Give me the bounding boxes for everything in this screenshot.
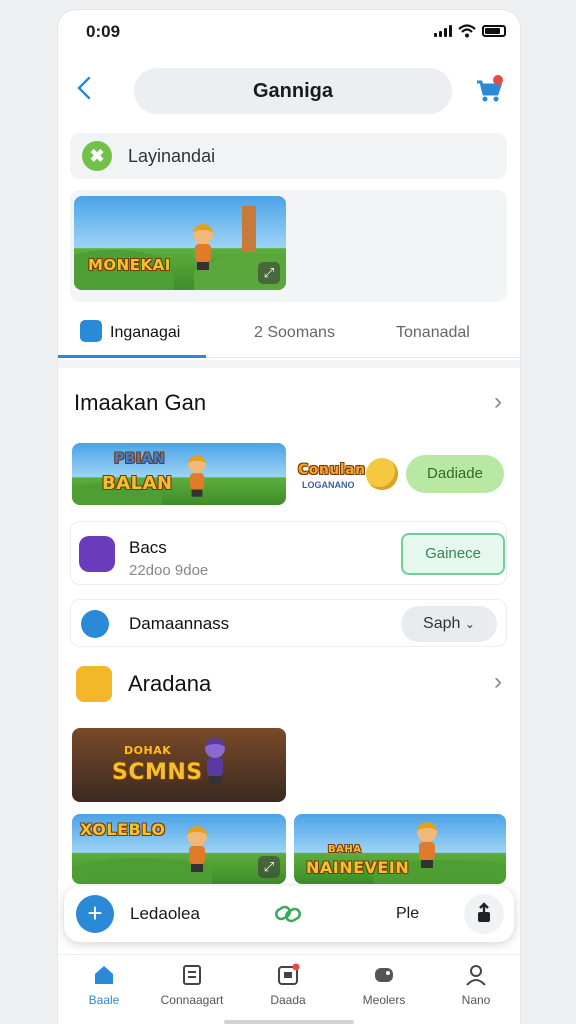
nav-data[interactable]: Daada bbox=[242, 963, 334, 1007]
featured-game-image[interactable]: MONEKAI ⤢ bbox=[74, 196, 286, 290]
app-header: Ganniga bbox=[58, 66, 520, 116]
list-item[interactable]: Bacs 22doo 9doe Gainece bbox=[70, 521, 507, 585]
promo-logo-text: Conulan bbox=[298, 462, 366, 478]
item-subtitle: 22doo 9doe bbox=[129, 562, 209, 579]
nav-label: Nano bbox=[461, 993, 491, 1007]
status-time: 0:09 bbox=[86, 22, 121, 41]
item-action-button[interactable]: Gainece bbox=[401, 533, 505, 575]
featured-banner-card[interactable]: MONEKAI ⤢ bbox=[70, 190, 507, 302]
profile-icon bbox=[466, 965, 486, 986]
nav-label: Baale bbox=[88, 993, 120, 1007]
promo-title-line2: BALAN bbox=[102, 473, 173, 494]
section-title: Imaakan Gan bbox=[74, 390, 207, 415]
calendar-icon bbox=[183, 965, 201, 985]
link-icon[interactable] bbox=[274, 902, 302, 931]
expand-icon[interactable]: ⤢ bbox=[258, 262, 280, 284]
nav-label: Daada bbox=[270, 993, 306, 1007]
game-card-subtitle: BAHA bbox=[328, 844, 362, 855]
dice-icon bbox=[79, 536, 115, 572]
signal-icon bbox=[434, 25, 452, 37]
status-bar: 0:09 bbox=[58, 10, 520, 50]
promo-title-line1: PBIAN bbox=[114, 451, 166, 467]
chevron-right-icon[interactable]: › bbox=[494, 388, 502, 416]
item-dropdown-button[interactable]: Saph ⌄ bbox=[401, 606, 497, 642]
divider bbox=[58, 360, 520, 368]
cart-icon[interactable] bbox=[474, 74, 504, 104]
nav-label: Connaagart bbox=[160, 993, 224, 1007]
active-tab-indicator bbox=[58, 355, 206, 358]
promo-action-button[interactable]: Dadiade bbox=[406, 455, 504, 493]
game-controller-icon bbox=[375, 968, 393, 982]
tab-soomans[interactable]: 2 Soomans bbox=[254, 324, 335, 342]
expand-icon[interactable]: ⤢ bbox=[258, 856, 280, 878]
wifi-icon bbox=[458, 24, 476, 38]
inbox-icon bbox=[278, 963, 300, 985]
page-title: Ganniga bbox=[134, 68, 452, 114]
game-card[interactable]: XOLEBLO ⤢ bbox=[72, 814, 286, 884]
search-input[interactable]: Layinandai bbox=[128, 146, 215, 167]
floating-action-bar: + Ledaolea Ple bbox=[64, 886, 514, 942]
tab-bar: Inganagai 2 Soomans Tonanadal bbox=[58, 310, 520, 358]
tab-tonanadal[interactable]: Tonanadal bbox=[396, 324, 470, 342]
nav-profile[interactable]: Nano bbox=[430, 963, 520, 1007]
tab-label: 2 Soomans bbox=[254, 324, 335, 341]
dropdown-label: Saph bbox=[423, 615, 461, 632]
share-icon[interactable] bbox=[464, 894, 504, 934]
home-icon bbox=[95, 966, 113, 984]
bottom-nav: Baale Connaagart Daada Meolers Nano bbox=[58, 954, 520, 1024]
search-bar[interactable]: ✖ Layinandai bbox=[70, 133, 507, 179]
status-icons bbox=[434, 24, 506, 38]
cube-icon bbox=[80, 320, 102, 342]
list-item[interactable]: Damaannass Saph ⌄ bbox=[70, 599, 507, 647]
battery-icon bbox=[482, 25, 506, 37]
file-button[interactable]: Ple bbox=[396, 905, 419, 923]
nav-home[interactable]: Baale bbox=[58, 963, 150, 1007]
nav-connect[interactable]: Connaagart bbox=[146, 963, 238, 1007]
app-icon bbox=[81, 610, 109, 638]
item-title: Bacs bbox=[129, 538, 167, 557]
search-brand-icon: ✖ bbox=[82, 141, 112, 171]
tab-label: Inganagai bbox=[110, 324, 181, 342]
home-indicator bbox=[224, 1020, 354, 1024]
promo-game-image[interactable]: PBIAN BALAN bbox=[72, 443, 286, 505]
nav-messages[interactable]: Meolers bbox=[338, 963, 430, 1007]
cube-mascot-icon bbox=[76, 666, 112, 702]
game-card-title: SCMNS bbox=[112, 760, 203, 785]
promo-logo-subtext: LOGANANO bbox=[302, 480, 355, 490]
phone-screen: 0:09 Ganniga ✖ Layinandai MONEKAI ⤢ Inga… bbox=[58, 10, 520, 1024]
game-card-title: NAINEVEIN bbox=[306, 858, 410, 877]
item-title: Damaannass bbox=[129, 614, 230, 633]
banner-game-title: MONEKAI bbox=[88, 256, 171, 274]
nav-label: Meolers bbox=[362, 993, 406, 1007]
tab-inganagai[interactable]: Inganagai bbox=[80, 320, 181, 344]
game-card-title: XOLEBLO bbox=[80, 820, 166, 839]
back-chevron-icon[interactable] bbox=[72, 74, 102, 104]
tab-label: Tonanadal bbox=[396, 324, 470, 341]
chevron-right-icon[interactable]: › bbox=[494, 668, 502, 696]
add-button[interactable]: + bbox=[76, 895, 114, 933]
game-card[interactable]: BAHA NAINEVEIN bbox=[294, 814, 506, 884]
floatbar-label[interactable]: Ledaolea bbox=[130, 904, 200, 924]
section-title: Aradana bbox=[128, 671, 212, 696]
game-card[interactable]: DOHAK SCMNS bbox=[72, 728, 286, 802]
chevron-down-icon: ⌄ bbox=[464, 617, 475, 631]
game-card-subtitle: DOHAK bbox=[124, 744, 172, 757]
smile-emoji-icon bbox=[366, 458, 398, 490]
